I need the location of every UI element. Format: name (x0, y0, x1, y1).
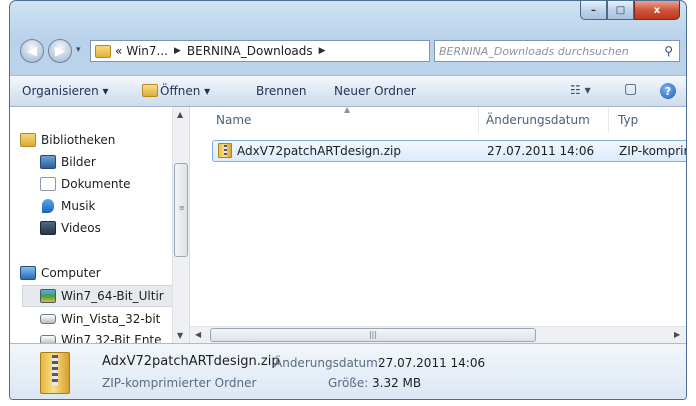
nav-item-win7-64[interactable]: Win7_64-Bit_Ultir (22, 285, 175, 307)
horizontal-scrollbar[interactable]: ◀ ||| ▶ (190, 326, 686, 343)
nav-item-computer[interactable]: Computer (20, 262, 175, 284)
nav-item-label: Bilder (61, 155, 96, 169)
back-button[interactable]: ◀ (20, 39, 44, 63)
nav-item-label: Videos (61, 221, 101, 235)
recent-pages-dropdown-icon[interactable]: ▾ (76, 45, 81, 55)
details-size-label: Größe: (328, 376, 369, 390)
search-input[interactable]: BERNINA_Downloads durchsuchen ⚲ (434, 40, 680, 62)
nav-item-pictures[interactable]: Bilder (40, 151, 175, 173)
zip-file-icon (218, 143, 232, 158)
documents-icon (40, 177, 56, 191)
music-icon (42, 199, 54, 213)
close-button[interactable]: x (634, 1, 680, 20)
address-row: ◀ ▶ ▾ « Win7... ▶ BERNINA_Downloads ▶ ▾ … (10, 35, 686, 65)
breadcrumb-bernina-downloads[interactable]: BERNINA_Downloads (187, 44, 313, 58)
nav-item-documents[interactable]: Dokumente (40, 173, 175, 195)
column-headers: ▲ Name Änderungsdatum Typ (190, 107, 686, 133)
drive-icon (40, 335, 56, 343)
nav-item-label: Bibliotheken (41, 133, 116, 147)
address-bar[interactable]: « Win7... ▶ BERNINA_Downloads ▶ ▾ ⇆ (90, 40, 500, 62)
details-size-value: 3.32 MB (372, 376, 422, 390)
nav-item-label: Dokumente (61, 177, 131, 191)
nav-item-label: Computer (41, 266, 101, 280)
address-overflow[interactable]: « (115, 44, 122, 58)
minimize-button[interactable]: – (580, 1, 607, 20)
view-options-icon[interactable]: ☷ ▾ (570, 83, 591, 97)
preview-pane-icon[interactable]: ▢ (624, 81, 637, 97)
details-pane: AdxV72patchARTdesign.zip Änderungsdatum:… (10, 343, 686, 399)
nav-item-libraries[interactable]: Bibliotheken (20, 129, 175, 151)
new-folder-button[interactable]: Neuer Ordner (334, 84, 416, 98)
file-list: ▲ Name Änderungsdatum Typ AdxV72patchART… (190, 107, 686, 343)
command-bar: Organisieren ▾ Öffnen ▾ Brennen Neuer Or… (10, 75, 686, 107)
help-icon[interactable]: ? (660, 83, 676, 99)
nav-item-videos[interactable]: Videos (40, 217, 175, 239)
forward-button[interactable]: ▶ (48, 39, 72, 63)
open-button[interactable]: Öffnen ▾ (142, 84, 210, 98)
column-date[interactable]: Änderungsdatum (486, 113, 590, 127)
details-file-name: AdxV72patchARTdesign.zip (102, 354, 280, 369)
file-type: ZIP-komprim (619, 144, 686, 158)
folder-icon (95, 44, 111, 58)
open-folder-icon (142, 84, 158, 97)
grip-icon: ≡ (179, 204, 185, 212)
scroll-up-icon[interactable]: ▲ (177, 110, 183, 119)
chevron-right-icon[interactable]: ▶ (174, 46, 181, 56)
scroll-down-icon[interactable]: ▼ (177, 331, 183, 340)
nav-item-win7-32[interactable]: Win7 32-Bit Ente (40, 329, 175, 343)
nav-item-label: Win7_64-Bit_Ultir (61, 289, 164, 303)
column-type[interactable]: Typ (618, 113, 638, 127)
search-icon[interactable]: ⚲ (664, 44, 673, 58)
pictures-icon (40, 155, 56, 169)
file-name: AdxV72patchARTdesign.zip (237, 144, 401, 158)
drive-icon (40, 314, 56, 324)
back-arrow-icon: ◀ (27, 43, 37, 59)
navigation-pane: Bibliotheken Bilder Dokumente Musik Vide… (10, 107, 190, 343)
column-divider[interactable] (478, 107, 479, 133)
grip-icon: ||| (368, 330, 378, 339)
column-divider[interactable] (608, 107, 609, 133)
search-placeholder: BERNINA_Downloads durchsuchen (439, 44, 629, 58)
open-button-label: Öffnen ▾ (160, 84, 211, 98)
scroll-left-icon[interactable]: ◀ (195, 330, 201, 339)
nav-item-label: Musik (61, 199, 96, 213)
navigation-scrollbar[interactable]: ▲ ≡ ▼ (172, 107, 189, 343)
scroll-thumb[interactable]: ≡ (174, 163, 188, 257)
table-row[interactable]: AdxV72patchARTdesign.zip 27.07.2011 14:0… (212, 140, 686, 162)
maximize-button[interactable]: □ (607, 1, 634, 20)
caption-buttons: – □ x (580, 1, 680, 21)
organize-button[interactable]: Organisieren ▾ (22, 84, 109, 98)
scroll-right-icon[interactable]: ▶ (674, 330, 680, 339)
scroll-thumb[interactable]: ||| (210, 328, 536, 342)
nav-item-label: Win7 32-Bit Ente (61, 333, 162, 343)
nav-item-music[interactable]: Musik (40, 195, 175, 217)
zip-file-icon (40, 352, 70, 394)
chevron-right-icon[interactable]: ▶ (319, 46, 326, 56)
breadcrumb-win7[interactable]: Win7... (126, 44, 168, 58)
details-date-label: Änderungsdatum: (274, 356, 382, 370)
details-date-value: 27.07.2011 14:06 (378, 356, 486, 370)
windows-drive-icon (40, 289, 56, 303)
forward-arrow-icon: ▶ (55, 43, 65, 59)
nav-item-win-vista-32[interactable]: Win_Vista_32-bit (40, 308, 175, 330)
computer-icon (20, 266, 36, 280)
library-icon (20, 133, 36, 147)
file-date: 27.07.2011 14:06 (487, 144, 595, 158)
details-type-value: ZIP-komprimierter Ordner (102, 376, 257, 390)
column-name[interactable]: Name (216, 113, 251, 127)
explorer-window: – □ x ◀ ▶ ▾ « Win7... ▶ BERNINA_Download… (9, 0, 687, 400)
burn-button[interactable]: Brennen (256, 84, 306, 98)
nav-item-label: Win_Vista_32-bit (61, 312, 161, 326)
videos-icon (40, 221, 56, 235)
sort-ascending-icon: ▲ (344, 107, 351, 114)
